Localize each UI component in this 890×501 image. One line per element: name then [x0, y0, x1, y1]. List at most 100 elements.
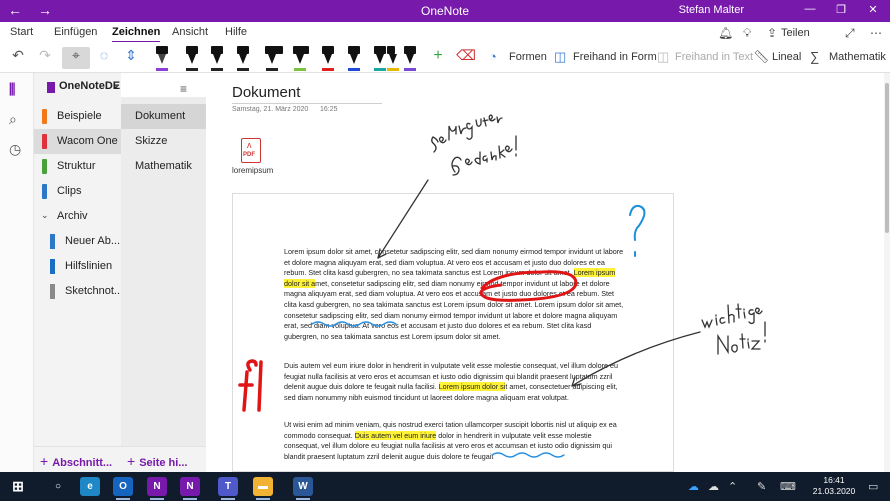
app-title: OneNote [420, 4, 470, 18]
expand-icon[interactable]: ⤢ [845, 26, 855, 41]
pen-color-swatch [237, 68, 249, 71]
more-icon[interactable]: ⋯ [870, 26, 882, 40]
ink-to-shape-button[interactable]: Freihand in Form [573, 51, 657, 63]
attachment-name[interactable]: loremipsum [232, 166, 273, 175]
close-icon[interactable]: ✕ [858, 3, 888, 16]
pen-color-swatch [294, 68, 306, 71]
tab-hilfe[interactable]: Hilfe [225, 26, 247, 38]
section-color-tab [42, 184, 47, 199]
pen-tool-red[interactable] [318, 44, 338, 71]
section-wacom-one[interactable]: Wacom One [34, 129, 121, 154]
highlighted-text: Lorem ipsum dolor si [438, 382, 506, 392]
page-label: Skizze [135, 135, 168, 147]
tab-einfuegen[interactable]: Einfügen [54, 26, 97, 38]
paragraph-text: met, consetetur sadipscing elitr, sed di… [284, 278, 624, 341]
pen-tool-purple[interactable] [400, 44, 420, 71]
pen-tool-blue[interactable] [344, 44, 364, 71]
word-icon[interactable]: W [293, 477, 313, 500]
touch-keyboard-icon[interactable]: ⌨ [780, 480, 796, 493]
pen-color-swatch [266, 68, 278, 71]
scrollbar-thumb[interactable] [885, 83, 889, 233]
page-item-mathematik[interactable]: Mathematik [121, 154, 206, 179]
lasso-select-icon[interactable]: ◌ [92, 47, 116, 69]
tray-chevron-icon[interactable]: ⌃ [728, 480, 737, 493]
notification-center-icon[interactable]: ▭ [868, 480, 878, 493]
eraser-icon[interactable]: ⌫ [456, 47, 476, 69]
minimize-icon[interactable]: — [795, 3, 825, 15]
ruler-button[interactable]: Lineal [772, 51, 801, 63]
onedrive-icon[interactable]: ☁ [688, 480, 699, 493]
notifications-bell-icon[interactable]: 🔔︎ [718, 26, 733, 40]
section-clips[interactable]: Clips [34, 179, 121, 204]
clock-time: 16:41 [823, 475, 845, 485]
restore-icon[interactable]: ❐ [826, 3, 856, 16]
chevron-down-icon: ⌄ [112, 80, 120, 90]
search-icon[interactable]: ○ [48, 477, 68, 496]
tab-zeichnen[interactable]: Zeichnen [112, 26, 161, 43]
math-button[interactable]: Mathematik [829, 51, 886, 63]
undo-icon[interactable]: ↶ [8, 47, 28, 69]
title-bar: ← → OneNote Stefan Malter — ❐ ✕ [0, 0, 890, 22]
add-pen-icon[interactable]: + [428, 47, 448, 69]
user-name[interactable]: Stefan Malter [679, 4, 744, 16]
insert-space-icon[interactable]: ⇕ [120, 47, 142, 69]
marker-tool-1[interactable] [262, 44, 286, 71]
pen-tool-2[interactable] [182, 44, 202, 71]
sort-icon[interactable]: ≡ [180, 82, 187, 96]
teams-icon[interactable]: T [218, 477, 238, 500]
section-label: Wacom One [57, 135, 118, 147]
paragraph-text: Lorem ipsum dolor sit amet, consetetur s… [284, 247, 624, 278]
onenote-icon[interactable]: N [147, 477, 167, 500]
page-title[interactable]: Dokument [232, 84, 300, 101]
type-select-icon[interactable]: ⌖ [62, 47, 90, 69]
section-color-tab [50, 234, 55, 249]
lightbulb-icon[interactable]: 💡︎ [743, 26, 751, 41]
section-group-archiv[interactable]: ⌄ Archiv [34, 204, 121, 229]
outlook-icon[interactable]: O [113, 477, 133, 500]
section-neuer-abschnitt[interactable]: Neuer Ab... [34, 229, 121, 254]
page-item-dokument[interactable]: Dokument [121, 104, 206, 129]
highlighter-tool-green[interactable] [290, 44, 312, 71]
pen-color-swatch [156, 68, 168, 71]
tab-ansicht[interactable]: Ansicht [172, 26, 208, 38]
add-section-label: Abschnitt... [52, 457, 113, 469]
pdf-attachment-icon[interactable]: ᴧ PDF [241, 138, 261, 163]
cloud-icon[interactable]: ☁ [708, 480, 719, 493]
plus-icon: + [40, 453, 49, 469]
windows-start-icon[interactable]: ⊞ [8, 477, 28, 496]
redo-icon[interactable]: ↷ [35, 47, 55, 69]
section-sketchnotes[interactable]: Sketchnot... [34, 279, 124, 304]
shapes-button[interactable]: Formen [509, 51, 547, 63]
section-beispiele[interactable]: Beispiele [34, 104, 121, 129]
add-page-label: Seite hi... [139, 457, 188, 469]
recent-clock-icon[interactable]: ◷ [9, 141, 21, 158]
edge-icon[interactable]: e [80, 477, 100, 496]
section-label: Sketchnot... [65, 285, 124, 297]
ink-to-text-button[interactable]: Freihand in Text [675, 51, 753, 63]
search-icon[interactable]: ⌕ [9, 111, 17, 128]
notebooks-icon[interactable]: ⫼ [9, 81, 15, 98]
pen-tool-4[interactable] [233, 44, 253, 71]
share-button[interactable]: Teilen [781, 27, 810, 39]
add-page-button[interactable]: + Seite hi... [127, 453, 187, 469]
notebook-icon [47, 82, 55, 93]
section-hilfslinien[interactable]: Hilfslinien [34, 254, 121, 279]
onenote-2016-icon[interactable]: N [180, 477, 200, 500]
clock-date: 21.03.2020 [812, 486, 856, 496]
share-icon[interactable]: ⇪ [767, 26, 777, 40]
tab-start[interactable]: Start [10, 26, 33, 38]
page-item-skizze[interactable]: Skizze [121, 129, 206, 154]
pen-tool-1[interactable] [152, 44, 172, 71]
add-section-button[interactable]: + Abschnitt... [40, 453, 112, 469]
pen-workspace-icon[interactable]: ✎ [757, 480, 766, 493]
pen-color-swatch [211, 68, 223, 71]
vertical-scrollbar[interactable] [884, 73, 890, 472]
section-label: Neuer Ab... [65, 235, 121, 247]
pen-color-swatch [387, 68, 399, 71]
taskbar-clock[interactable]: 16:41 21.03.2020 [812, 475, 856, 497]
section-struktur[interactable]: Struktur [34, 154, 121, 179]
pen-tool-3[interactable] [207, 44, 227, 71]
file-explorer-icon[interactable]: ▬ [253, 477, 273, 500]
navigation-rail: ⫼ ⌕ ◷ [0, 73, 34, 472]
title-underline [232, 103, 382, 104]
